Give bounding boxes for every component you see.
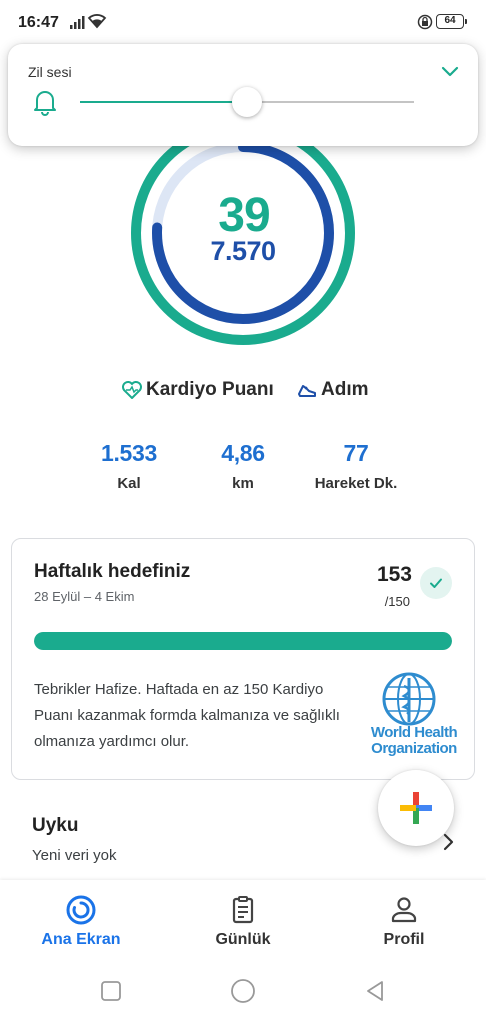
home-ring-icon	[66, 895, 96, 925]
stat-move-minutes-value: 77	[343, 440, 369, 466]
stat-move-minutes-label: Hareket Dk.	[314, 475, 398, 492]
who-line-2: Organization	[371, 740, 457, 757]
chevron-down-icon[interactable]	[440, 64, 460, 80]
stat-calories-label: Kal	[117, 475, 141, 492]
sleep-subtitle: Yeni veri yok	[32, 847, 117, 864]
volume-slider-thumb[interactable]	[232, 87, 262, 117]
bell-icon[interactable]	[32, 88, 58, 116]
weekly-goal-title: Haftalık hedefiniz	[34, 561, 191, 582]
volume-slider[interactable]	[80, 87, 414, 117]
who-logo-icon	[382, 672, 436, 726]
steps-value: 7.570	[210, 236, 276, 266]
who-logo-text: World Health Organization	[364, 725, 464, 757]
sleep-title[interactable]: Uyku	[32, 815, 78, 837]
add-fab-button[interactable]	[378, 770, 454, 846]
weekly-goal-progress	[34, 632, 452, 650]
nav-home[interactable]: Ana Ekran	[21, 894, 141, 949]
legend-cardio-label: Kardiyo Puanı	[146, 379, 274, 400]
legend-cardio: Kardiyo Puanı	[121, 378, 274, 402]
check-icon	[430, 578, 442, 588]
nav-journal-label: Günlük	[215, 931, 271, 948]
cardio-points-value: 39	[218, 189, 270, 242]
bottom-navigation: Ana Ekran Günlük Profil	[0, 880, 486, 960]
home-icon[interactable]	[230, 978, 256, 1004]
who-line-1: World Health	[370, 724, 458, 741]
heart-icon	[122, 381, 142, 399]
journal-icon	[232, 896, 254, 924]
legend-steps: Adım	[296, 378, 369, 402]
ringtone-volume-panel: Zil sesi	[8, 44, 478, 146]
chevron-right-icon[interactable]	[441, 833, 455, 851]
stat-distance-label: km	[232, 475, 254, 492]
weekly-goal-message: Tebrikler Hafize. Haftada en az 150 Kard…	[34, 681, 340, 750]
nav-profile-label: Profil	[383, 931, 425, 948]
recents-icon[interactable]	[100, 980, 122, 1002]
nav-home-label: Ana Ekran	[41, 931, 121, 948]
weekly-goal-progress-fill	[34, 632, 452, 650]
weekly-goal-value: 153	[376, 563, 412, 586]
shoe-icon	[298, 385, 316, 397]
weekly-goal-date-range: 28 Eylül – 4 Ekim	[34, 589, 135, 604]
stat-calories-value: 1.533	[100, 440, 158, 466]
goal-complete-badge	[420, 567, 452, 599]
nav-profile[interactable]: Profil	[344, 894, 464, 949]
legend-steps-label: Adım	[321, 379, 369, 400]
nav-journal[interactable]: Günlük	[183, 894, 303, 949]
weekly-goal-target: /150	[384, 594, 410, 609]
back-icon[interactable]	[364, 980, 386, 1002]
plus-icon	[400, 792, 432, 824]
volume-label: Zil sesi	[28, 64, 72, 80]
system-navigation	[0, 960, 486, 1024]
stat-distance: 4,86 km	[183, 440, 303, 492]
profile-icon	[391, 897, 417, 923]
stat-distance-value: 4,86	[221, 440, 265, 466]
volume-slider-fill	[80, 101, 247, 103]
stat-move-minutes: 77 Hareket Dk.	[296, 440, 416, 492]
stat-calories: 1.533 Kal	[69, 440, 189, 492]
